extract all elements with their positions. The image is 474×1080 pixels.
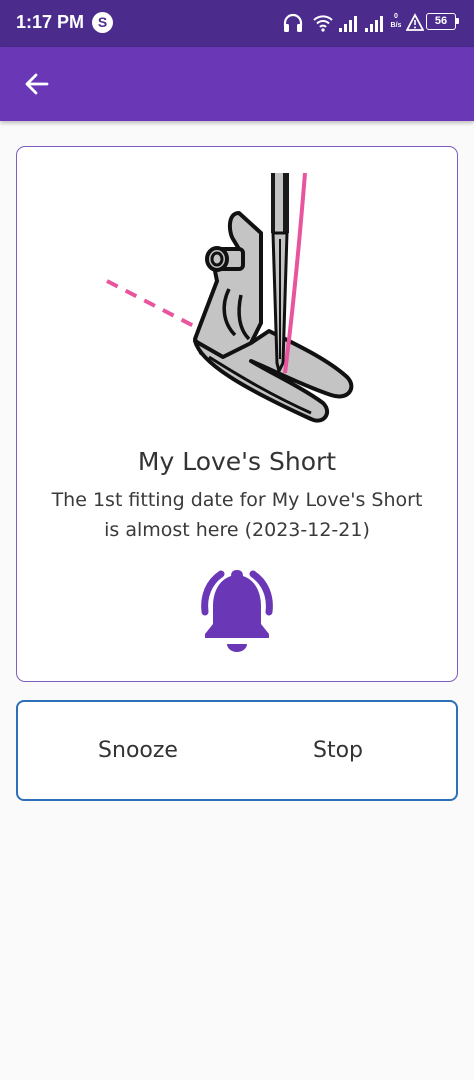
app-bar <box>0 47 474 121</box>
status-icons: 0 B/s 56 <box>282 12 460 34</box>
headset-icon <box>283 13 303 32</box>
reminder-message: The 1st fitting date for My Love's Short… <box>51 489 423 541</box>
dashed-thread <box>106 279 212 337</box>
back-button[interactable] <box>20 67 54 101</box>
reminder-title: My Love's Short <box>137 447 337 476</box>
notification-app-icon: S <box>92 12 113 33</box>
wifi-icon <box>313 15 333 32</box>
signal-icon <box>365 16 383 32</box>
battery-icon: 56 <box>426 13 459 30</box>
presser-foot-illustration <box>106 173 354 423</box>
alert-icon <box>406 13 424 31</box>
stop-button[interactable]: Stop <box>238 702 438 799</box>
status-time: 1:17 PM <box>16 12 85 32</box>
status-bar: 1:17 PM S 0 B/s 56 <box>0 0 474 47</box>
snooze-button[interactable]: Snooze <box>38 702 238 799</box>
ringing-bell-icon <box>201 570 273 652</box>
network-speed-value: 0 <box>394 13 398 20</box>
network-speed: 0 B/s <box>389 12 403 30</box>
network-speed-unit: B/s <box>390 22 402 29</box>
signal-icon <box>339 16 357 32</box>
reminder-actions: Snooze Stop <box>16 700 458 801</box>
reminder-card: My Love's Short The 1st fitting date for… <box>16 146 458 682</box>
